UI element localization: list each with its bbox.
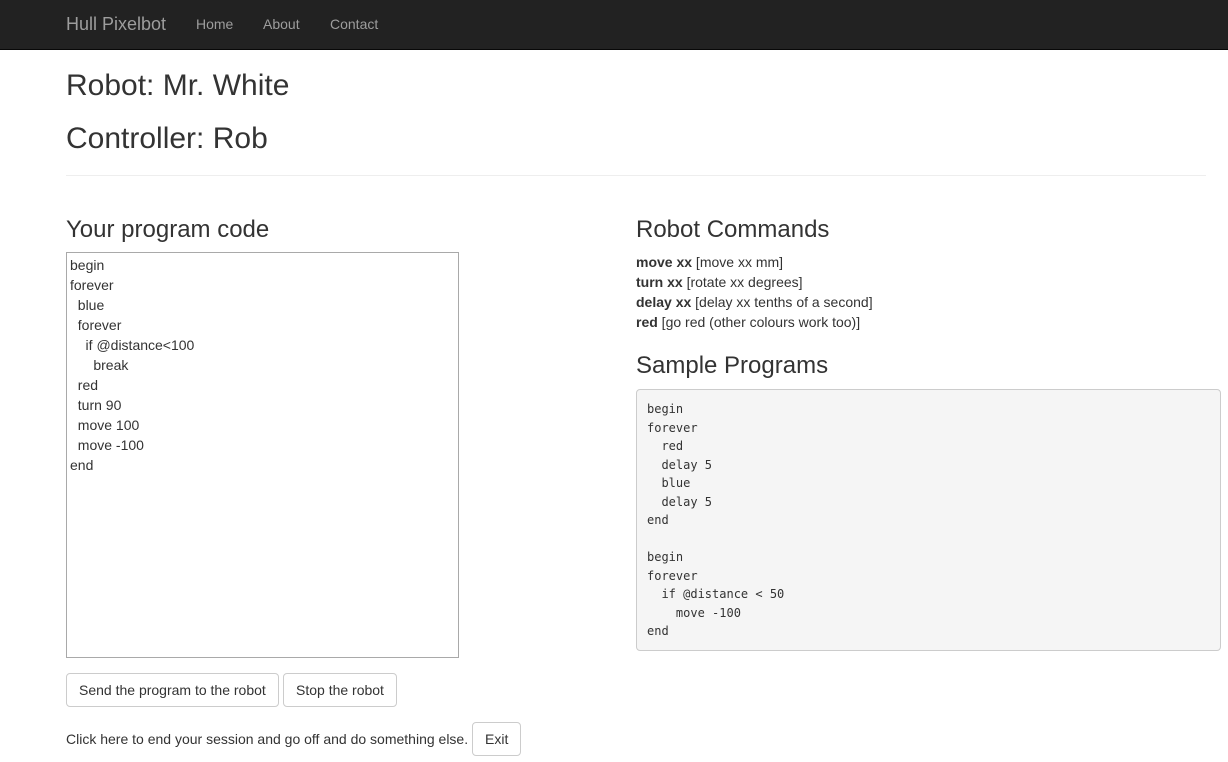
command-item: move xx [move xx mm] — [636, 252, 873, 272]
command-desc: [move xx mm] — [692, 254, 784, 270]
robot-commands-heading: Robot Commands — [636, 216, 830, 243]
command-name: turn xx — [636, 274, 683, 290]
sample-programs-code: begin forever red delay 5 blue delay 5 e… — [636, 389, 1221, 651]
program-code-input[interactable]: begin forever blue forever if @distance<… — [66, 252, 459, 658]
program-code-heading: Your program code — [66, 216, 270, 243]
send-program-button[interactable]: Send the program to the robot — [66, 673, 279, 707]
command-desc: [rotate xx degrees] — [682, 274, 803, 290]
command-item: delay xx [delay xx tenths of a second] — [636, 292, 873, 312]
command-name: red — [636, 314, 658, 330]
robot-title: Robot: Mr. White — [66, 69, 290, 102]
controller-title: Controller: Rob — [66, 122, 268, 155]
nav-home[interactable]: Home — [196, 0, 233, 50]
stop-robot-button[interactable]: Stop the robot — [283, 673, 397, 707]
sample-programs-heading: Sample Programs — [636, 352, 829, 379]
command-item: turn xx [rotate xx degrees] — [636, 272, 873, 292]
command-desc: [delay xx tenths of a second] — [691, 294, 873, 310]
navbar: Hull Pixelbot Home About Contact — [0, 0, 1228, 50]
command-desc: [go red (other colours work too)] — [657, 314, 861, 330]
nav-about[interactable]: About — [263, 0, 300, 50]
command-list: move xx [move xx mm] turn xx [rotate xx … — [636, 252, 873, 332]
command-name: delay xx — [636, 294, 692, 310]
command-item: red [go red (other colours work too)] — [636, 312, 873, 332]
brand-link[interactable]: Hull Pixelbot — [66, 0, 166, 50]
exit-button[interactable]: Exit — [472, 722, 522, 756]
nav-contact[interactable]: Contact — [330, 0, 378, 50]
exit-description: Click here to end your session and go of… — [66, 731, 469, 747]
command-name: move xx — [636, 254, 693, 270]
divider — [66, 175, 1206, 176]
